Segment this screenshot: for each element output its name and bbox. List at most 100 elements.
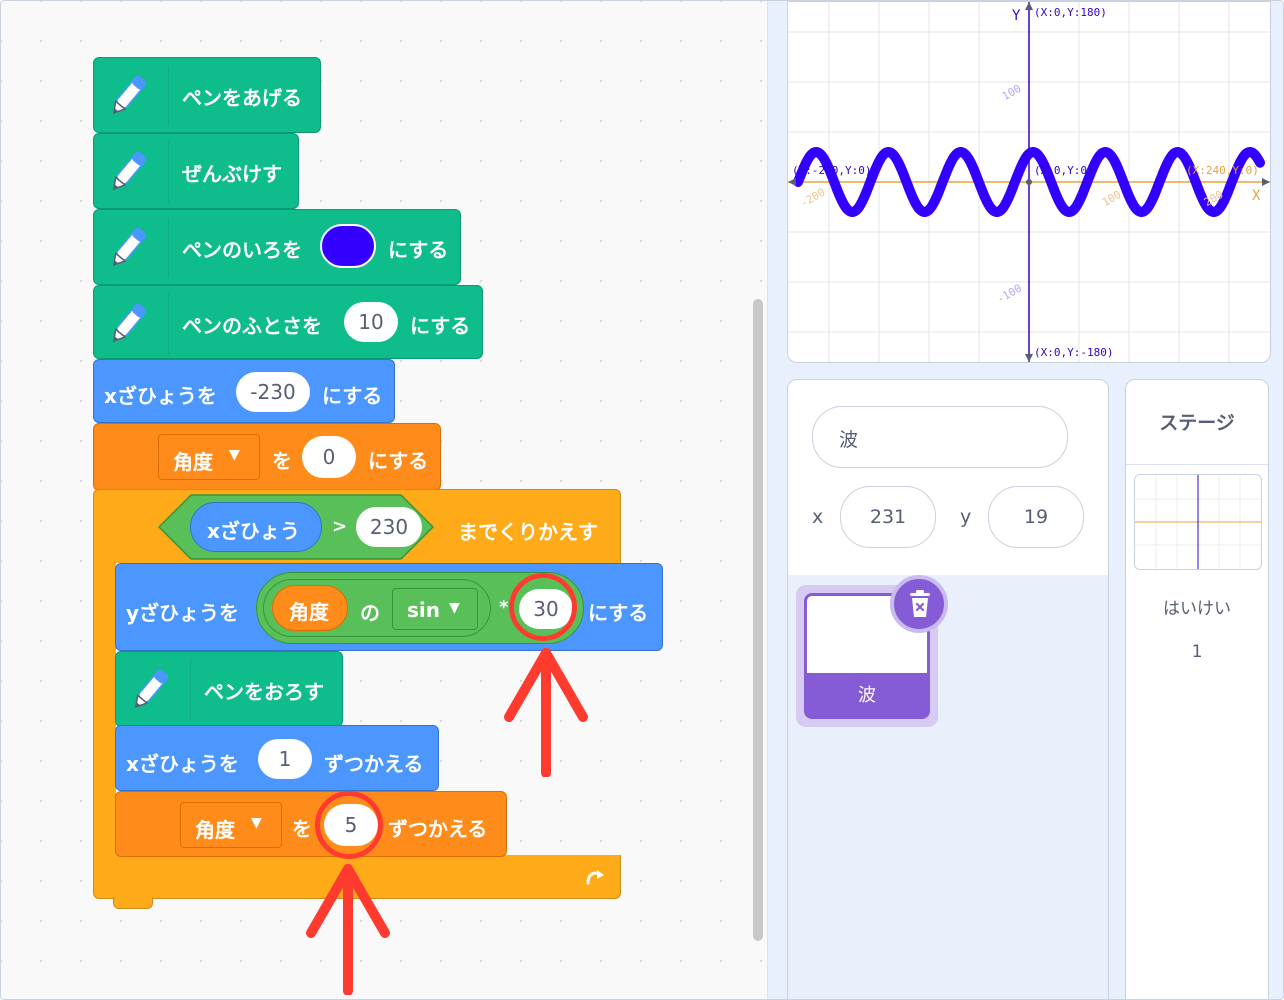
- trash-icon: [910, 590, 930, 617]
- stage-svg: Y X (X:0,Y:180) (X:0,Y:-180) (X:-240,Y:0…: [788, 2, 1270, 362]
- change-x-block[interactable]: xざひょうを 1 ずつかえる: [115, 725, 439, 791]
- x-position-field[interactable]: 231: [840, 486, 936, 548]
- axis-y-label: Y: [1012, 8, 1021, 24]
- set-pen-size-block[interactable]: ペンのふとさを 10 にする: [93, 285, 483, 359]
- change-variable-block[interactable]: 角度 ▼ を 5 ずつかえる: [115, 791, 507, 857]
- tick-x-neg: -200: [798, 186, 827, 211]
- repeat-bottom-notch: [113, 897, 153, 909]
- set-variable-suffix: にする: [368, 449, 429, 473]
- sprite-name-value: 波: [839, 429, 859, 451]
- x-position-value: 231: [869, 506, 907, 528]
- math-function-label: sin: [407, 598, 440, 622]
- y-field-label: y: [960, 506, 972, 528]
- tick-x-pos: 100: [1100, 188, 1124, 209]
- sprite-info-panel: 波 x 231 y 19: [787, 379, 1109, 577]
- greater-than-operator: >: [332, 516, 348, 537]
- up-arrow-icon: [504, 648, 588, 777]
- sprite-name-field[interactable]: 波: [812, 406, 1068, 468]
- set-pen-color-block[interactable]: ペンのいろを にする: [93, 209, 461, 285]
- set-x-suffix: にする: [322, 384, 383, 408]
- y-position-field[interactable]: 19: [988, 486, 1084, 548]
- chevron-down-icon: ▼: [251, 815, 262, 831]
- erase-all-label: ぜんぶけす: [182, 162, 282, 186]
- set-pen-color-label: ペンのいろを: [182, 238, 302, 262]
- pen-size-input[interactable]: 10: [344, 302, 398, 342]
- chevron-down-icon: ▼: [229, 447, 240, 463]
- pen-up-label: ペンをあげる: [182, 86, 302, 110]
- loop-arrow-icon: [586, 870, 604, 885]
- change-variable-mid: を: [292, 817, 312, 841]
- change-x-label: xざひょうを: [126, 752, 239, 776]
- variable-dropdown-label: 角度: [173, 450, 213, 474]
- repeat-until-block[interactable]: xざひょう > 230 までくりかえす: [93, 489, 621, 563]
- set-pen-size-label: ペンのふとさを: [182, 314, 322, 338]
- set-pen-color-suffix: にする: [388, 238, 449, 262]
- axis-x-label: X: [1252, 188, 1261, 204]
- pen-separator: [190, 660, 191, 720]
- set-variable-block[interactable]: 角度 ▼ を 0 にする: [93, 423, 441, 491]
- multiply-symbol: *: [499, 597, 509, 618]
- set-pen-size-suffix: にする: [410, 314, 471, 338]
- backdrop-thumbnail[interactable]: [1134, 474, 1262, 570]
- delete-sprite-button[interactable]: [890, 575, 948, 633]
- sprite-thumbnail[interactable]: 波: [796, 575, 948, 727]
- set-y-label: yざひょうを: [126, 601, 240, 625]
- code-area[interactable]: ペンをあげる ぜんぶけす ペンのいろを にする ペンのふとさを 10 にする x…: [1, 1, 767, 999]
- repeat-until-label: までくりかえす: [458, 520, 598, 544]
- set-y-block[interactable]: yざひょうを 角度 の sin ▼ * 30 にする: [115, 563, 663, 651]
- pen-color-swatch[interactable]: [320, 224, 376, 268]
- math-function-dropdown[interactable]: sin ▼: [392, 588, 478, 630]
- pen-icon: [134, 669, 169, 708]
- x-field-label: x: [812, 506, 824, 528]
- right-coordinate-label: (X:240,Y:0): [1186, 164, 1259, 177]
- erase-all-block[interactable]: ぜんぶけす: [93, 133, 299, 209]
- pen-down-block[interactable]: ペンをおろす: [115, 651, 343, 727]
- pen-icon: [112, 303, 147, 342]
- pen-down-label: ペンをおろす: [204, 680, 324, 704]
- backdrop-thumbnail-image: [1135, 475, 1261, 569]
- bottom-coordinate-label: (X:0,Y:-180): [1034, 346, 1113, 359]
- pen-up-block[interactable]: ペンをあげる: [93, 57, 321, 133]
- math-function-reporter[interactable]: 角度 の sin ▼: [263, 579, 491, 637]
- set-x-block[interactable]: xざひょうを -230 にする: [93, 359, 395, 423]
- set-variable-input[interactable]: 0: [302, 436, 356, 478]
- pen-icon: [112, 151, 147, 190]
- x-position-reporter-label: xざひょう: [207, 519, 300, 543]
- change-x-input[interactable]: 1: [258, 739, 312, 779]
- of-label: の: [360, 601, 380, 625]
- set-variable-mid: を: [272, 449, 292, 473]
- left-coordinate-label: (X:-240,Y:0): [792, 164, 871, 177]
- stage-selector-panel[interactable]: ステージ はいけい 1: [1125, 379, 1269, 999]
- sprite-list-panel: 波: [787, 575, 1109, 999]
- y-position-value: 19: [1023, 506, 1049, 528]
- variable-dropdown[interactable]: 角度 ▼: [180, 802, 282, 848]
- up-arrow-icon: [306, 864, 390, 995]
- code-area-scrollbar[interactable]: [753, 299, 763, 941]
- pen-icon: [112, 227, 147, 266]
- set-y-suffix: にする: [588, 601, 649, 625]
- x-position-reporter[interactable]: xざひょう: [190, 502, 322, 552]
- angle-variable-label: 角度: [289, 600, 329, 624]
- chevron-down-icon: ▼: [449, 600, 460, 616]
- sprite-thumbnail-label-bar: 波: [804, 673, 930, 719]
- top-coordinate-label: (X:0,Y:180): [1034, 6, 1107, 19]
- pen-separator: [168, 66, 169, 126]
- pen-separator: [168, 218, 169, 278]
- backdrop-count: 1: [1191, 642, 1203, 662]
- set-x-input[interactable]: -230: [236, 372, 310, 412]
- set-x-label: xざひょうを: [104, 384, 217, 408]
- sprite-thumbnail-label: 波: [858, 685, 876, 706]
- backdrop-label: はいけい: [1163, 599, 1231, 619]
- tick-y-pos: 100: [1000, 82, 1024, 103]
- stage-canvas[interactable]: Y X (X:0,Y:180) (X:0,Y:-180) (X:-240,Y:0…: [787, 1, 1271, 363]
- tick-y-neg: -100: [995, 282, 1024, 307]
- repeat-until-input[interactable]: 230: [356, 507, 422, 547]
- app-frame: ペンをあげる ぜんぶけす ペンのいろを にする ペンのふとさを 10 にする x…: [0, 0, 1284, 1000]
- highlight-circle-multiplier: [509, 573, 577, 641]
- stage-header-divider: [1126, 464, 1268, 465]
- center-coordinate-label: (X:0,Y:0): [1034, 164, 1094, 177]
- pen-separator: [168, 142, 169, 202]
- variable-dropdown[interactable]: 角度 ▼: [158, 434, 260, 480]
- stage-selector-title: ステージ: [1159, 412, 1235, 434]
- angle-variable-reporter[interactable]: 角度: [272, 585, 348, 631]
